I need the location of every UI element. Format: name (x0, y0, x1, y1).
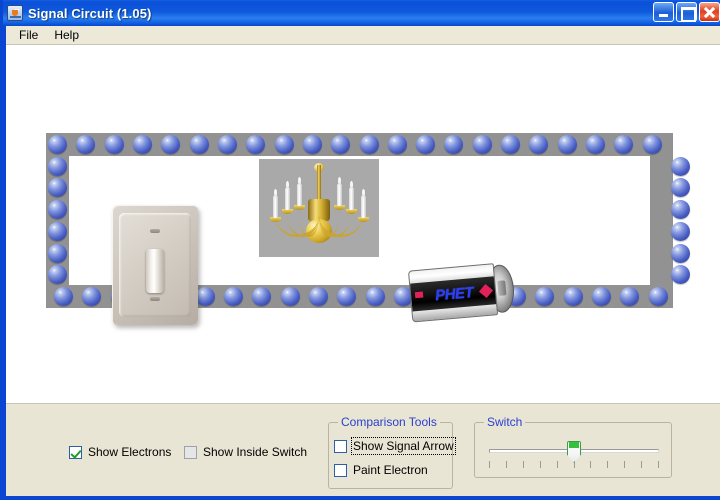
slider-tick (574, 461, 575, 468)
chandelier-candle (273, 189, 278, 218)
menu-bar: File Help (6, 26, 720, 45)
chandelier-lamp[interactable] (259, 159, 379, 257)
electron[interactable] (223, 287, 243, 306)
java-coffee-cup-icon (7, 5, 23, 21)
electron[interactable] (217, 135, 237, 154)
slider-tick (506, 461, 507, 468)
paint-electron-row[interactable]: Paint Electron (334, 463, 428, 477)
menu-item-help[interactable]: Help (46, 27, 87, 44)
battery-terminal-nub (497, 280, 507, 296)
electron[interactable] (274, 135, 294, 154)
switch-toggle-lever[interactable] (146, 249, 164, 293)
title-bar: Signal Circuit (1.05) (3, 0, 720, 26)
slider-tick (590, 461, 591, 468)
light-switch[interactable] (112, 205, 198, 325)
electron[interactable] (48, 221, 67, 241)
window-title: Signal Circuit (1.05) (28, 5, 152, 21)
switch-screw-bottom (150, 297, 160, 301)
electron[interactable] (671, 243, 690, 263)
chandelier-candle (361, 189, 366, 218)
show-signal-arrow-row[interactable]: Show Signal Arrow (334, 437, 456, 455)
electron[interactable] (586, 135, 606, 154)
battery-label: PHET (410, 276, 499, 312)
paint-electron-checkbox[interactable] (334, 463, 347, 477)
electron[interactable] (132, 135, 152, 154)
chandelier-candle (297, 177, 302, 206)
electron[interactable] (563, 287, 583, 306)
window-controls (653, 2, 720, 22)
show-inside-switch-label: Show Inside Switch (203, 445, 308, 459)
electron[interactable] (671, 178, 690, 198)
switch-slider-group: Switch (474, 415, 672, 478)
battery-brand-text: PHET (434, 283, 474, 304)
show-signal-arrow-checkbox[interactable] (334, 439, 347, 453)
electron[interactable] (648, 287, 668, 306)
electron[interactable] (54, 287, 73, 306)
electron[interactable] (671, 221, 690, 241)
electron[interactable] (592, 287, 612, 306)
close-button[interactable] (699, 2, 720, 22)
slider-tick (641, 461, 642, 468)
menu-item-file[interactable]: File (11, 27, 46, 44)
electron[interactable] (48, 156, 67, 176)
battery[interactable]: PHET (407, 261, 518, 323)
electron[interactable] (48, 135, 67, 154)
electron[interactable] (387, 135, 407, 154)
switch-slider-thumb[interactable] (567, 441, 581, 463)
slider-tick (557, 461, 558, 468)
show-electrons-checkbox[interactable] (69, 445, 82, 459)
show-electrons-label: Show Electrons (88, 445, 172, 459)
show-electrons-row[interactable]: Show Electrons (69, 445, 171, 459)
electron[interactable] (195, 287, 215, 306)
comparison-tools-title: Comparison Tools (338, 415, 440, 429)
electron[interactable] (472, 135, 492, 154)
slider-tick (658, 461, 659, 468)
electron[interactable] (557, 135, 577, 154)
switch-screw-top (150, 229, 160, 233)
electron[interactable] (280, 287, 300, 306)
comparison-tools-group: Comparison Tools Show Signal Arrow Paint… (328, 415, 456, 489)
show-signal-arrow-label: Show Signal Arrow (351, 437, 456, 455)
minimize-button[interactable] (653, 2, 674, 22)
electron[interactable] (189, 135, 209, 154)
chandelier-candle (349, 181, 354, 210)
show-inside-switch-row[interactable]: Show Inside Switch (184, 445, 307, 459)
electron[interactable] (416, 135, 436, 154)
show-inside-switch-checkbox[interactable] (184, 445, 197, 459)
simulation-canvas[interactable]: PHET (6, 45, 720, 403)
application-window: Signal Circuit (1.05) File Help PHET Sho… (0, 0, 720, 500)
switch-slider-ticks (489, 461, 659, 470)
control-panel: Show Electrons Show Inside Switch Compar… (6, 403, 720, 496)
electron[interactable] (671, 156, 690, 176)
slider-tick (607, 461, 608, 468)
electron[interactable] (642, 135, 662, 154)
maximize-button[interactable] (676, 2, 697, 22)
battery-minus-marker (414, 291, 424, 299)
switch-slider-title: Switch (484, 415, 526, 429)
chandelier-candle (285, 181, 290, 210)
battery-body: PHET (407, 263, 499, 323)
circuit-wire-right (650, 133, 673, 308)
electron[interactable] (104, 135, 124, 154)
slider-tick (624, 461, 625, 468)
slider-tick (523, 461, 524, 468)
paint-electron-label: Paint Electron (353, 463, 428, 477)
electron[interactable] (308, 287, 328, 306)
electron[interactable] (365, 287, 385, 306)
electron[interactable] (501, 135, 521, 154)
chandelier-candle (337, 177, 342, 206)
electron[interactable] (48, 243, 67, 263)
slider-tick (489, 461, 490, 468)
electron[interactable] (671, 265, 690, 285)
electron[interactable] (671, 200, 690, 220)
slider-tick (540, 461, 541, 468)
electron[interactable] (48, 200, 67, 220)
battery-plus-marker (478, 283, 494, 299)
electron[interactable] (302, 135, 322, 154)
electron[interactable] (359, 135, 379, 154)
